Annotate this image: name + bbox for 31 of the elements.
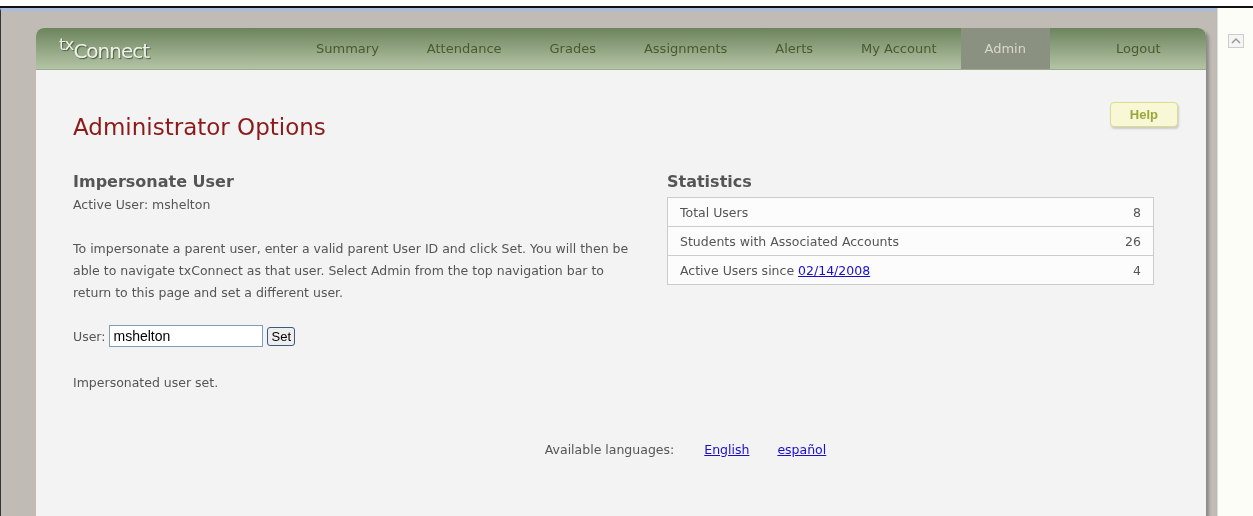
scroll-up-icon[interactable] xyxy=(1227,34,1244,48)
user-input-field[interactable]: mshelton xyxy=(109,325,264,347)
page-title: Administrator Options xyxy=(73,114,326,140)
language-link[interactable]: English xyxy=(704,442,750,457)
section-heading: Impersonate User xyxy=(73,172,235,191)
table-cell: Students with Associated Accounts xyxy=(680,233,899,249)
table-cell: Active Users since 02/14/2008 xyxy=(680,262,871,278)
nav-tab[interactable]: Attendance xyxy=(402,28,526,69)
nav-tab[interactable]: Admin xyxy=(960,28,1050,69)
section-heading: Statistics xyxy=(667,172,753,191)
nav-tab[interactable]: Logout xyxy=(1091,28,1185,69)
languages-label: Available languages: xyxy=(544,442,675,457)
language-link[interactable]: español xyxy=(777,442,827,457)
nav-tab[interactable]: Alerts xyxy=(751,28,837,69)
date-link[interactable]: 02/14/2008 xyxy=(798,262,871,278)
nav-tab[interactable]: Assignments xyxy=(619,28,752,69)
nav-tab[interactable]: My Account xyxy=(837,28,961,69)
table-cell: 4 xyxy=(1133,262,1141,278)
status-message: Impersonated user set. xyxy=(73,375,220,390)
scrollbar[interactable] xyxy=(1217,8,1253,516)
logo: $^{tx}$Connect xyxy=(59,34,151,63)
set-button[interactable]: Set xyxy=(267,326,295,346)
table-cell: 8 xyxy=(1133,204,1141,220)
help-button[interactable]: Help xyxy=(1109,102,1178,127)
nav-tab[interactable]: Summary xyxy=(292,28,403,69)
active-user-text: Active User: mshelton xyxy=(73,197,212,212)
field-label: User: xyxy=(73,328,106,344)
table-cell: Total Users xyxy=(680,204,749,220)
table-cell: 26 xyxy=(1125,233,1141,249)
nav-tab[interactable]: Grades xyxy=(525,28,620,69)
instructions-text: To impersonate a parent user, enter a valid parent User ID and click Set. You will then be able to navigate txConnect as that user. Select Admin from the top navigation bar to return to this page and set a different user. xyxy=(73,240,630,302)
